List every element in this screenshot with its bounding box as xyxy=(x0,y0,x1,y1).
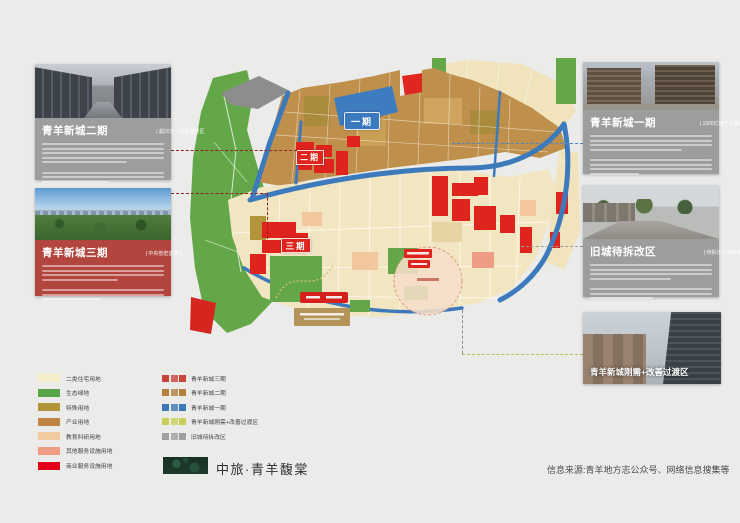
poster: { "cards": { "left": [ { "title": "青羊新城二… xyxy=(0,0,740,523)
photo-phase1 xyxy=(583,62,719,110)
legend-land-use: 二类住宅用地 生态绿地 特殊用地 产业用地 教育科研用地 其他服务设施用地 商业… xyxy=(38,374,146,476)
legend-swatch xyxy=(38,447,60,455)
legend-label: 产业用地 xyxy=(66,417,89,426)
legend-item: 青羊新城刚需+改善过渡区 xyxy=(162,418,307,426)
legend-swatch xyxy=(38,374,60,382)
legend-label: 生态绿地 xyxy=(66,388,89,397)
legend-label: 青羊新城一期 xyxy=(191,403,226,412)
card-phase1-title: 青羊新城一期 xyxy=(590,115,656,130)
legend-label: 二类住宅用地 xyxy=(66,374,101,383)
card-transition-title: 青羊新城刚需+改善过渡区 xyxy=(590,366,688,378)
map-badge-phase2: 二期 xyxy=(296,150,324,165)
legend-item: 产业用地 xyxy=(38,418,146,426)
industry-center-box xyxy=(294,308,350,326)
source-note: 信息来源:青羊地方志公众号、网络信息搜集等 xyxy=(547,463,730,476)
card-phase3-subtitle: | 中央低密宜居区 xyxy=(146,249,184,257)
card-phase1: 青羊新城一期 | 1000亿级产业集群 xyxy=(583,62,719,174)
legend-swatch xyxy=(38,432,60,440)
connector-phase3 xyxy=(171,193,268,194)
card-oldtown: 旧城待拆改区 | 待拆迁改造的城中村 xyxy=(583,185,719,297)
photo-phase3 xyxy=(35,188,171,240)
legend-item: 其他服务设施用地 xyxy=(38,447,146,455)
card-oldtown-bodytext xyxy=(590,264,712,299)
card-phase3-bodytext xyxy=(42,265,164,300)
brand-logo-image xyxy=(163,457,208,474)
southwest-red-parcel xyxy=(190,297,216,334)
legend-item: 二类住宅用地 xyxy=(38,374,146,382)
card-phase2-title: 青羊新城二期 xyxy=(42,123,108,138)
legend-label: 旧城待拆改区 xyxy=(191,432,226,441)
card-phase3-title: 青羊新城三期 xyxy=(42,245,108,260)
legend-swatch xyxy=(38,418,60,426)
banner-label xyxy=(300,292,348,303)
connector-phase1 xyxy=(452,143,583,144)
legend-swatch xyxy=(38,403,60,411)
legend-swatch-dashed xyxy=(162,418,186,425)
photo-transition: 青羊新城刚需+改善过渡区 xyxy=(583,312,721,384)
legend-label: 青羊新城刚需+改善过渡区 xyxy=(191,417,258,426)
legend-item: 特殊用地 xyxy=(38,403,146,411)
legend-swatch xyxy=(38,462,60,470)
legend-item: 旧城待拆改区 xyxy=(162,432,307,440)
legend-swatch-dashed xyxy=(162,433,186,440)
photo-oldtown xyxy=(583,185,719,239)
legend-swatch xyxy=(38,389,60,397)
card-oldtown-subtitle: | 待拆迁改造的城中村 xyxy=(704,248,740,256)
land-use-map xyxy=(175,52,585,340)
legend-phases: 青羊新城三期 青羊新城二期 青羊新城一期 青羊新城刚需+改善过渡区 旧城待拆改区 xyxy=(162,374,307,447)
legend-label: 教育科研用地 xyxy=(66,432,101,441)
legend-swatch-dashed xyxy=(162,375,186,382)
map-badge-phase3: 三期 xyxy=(281,238,311,253)
legend-item: 教育科研用地 xyxy=(38,432,146,440)
card-phase2: 青羊新城二期 | 超20万人高密聚居区 xyxy=(35,64,171,180)
connector-transition-drop xyxy=(462,310,463,354)
card-phase2-bodytext xyxy=(42,143,164,183)
legend-swatch-dashed xyxy=(162,404,186,411)
legend-item: 商业服务设施用地 xyxy=(38,462,146,470)
card-phase1-subtitle: | 1000亿级产业集群 xyxy=(700,119,740,127)
connector-transition xyxy=(462,354,583,355)
card-oldtown-title: 旧城待拆改区 xyxy=(590,244,656,259)
connector-phase3-drop xyxy=(267,193,268,239)
legend-label: 商业服务设施用地 xyxy=(66,461,112,470)
connector-phase2 xyxy=(171,150,297,151)
card-phase1-bodytext xyxy=(590,135,712,175)
legend-label: 特殊用地 xyxy=(66,403,89,412)
map-badge-phase1: 一期 xyxy=(344,112,380,130)
legend-swatch-dashed xyxy=(162,389,186,396)
legend-label: 其他服务设施用地 xyxy=(66,447,112,456)
connector-oldtown xyxy=(521,246,583,247)
card-phase3: 青羊新城三期 | 中央低密宜居区 xyxy=(35,188,171,296)
card-transition: 青羊新城刚需+改善过渡区 xyxy=(583,312,721,384)
legend-label: 青羊新城三期 xyxy=(191,374,226,383)
legend-item: 生态绿地 xyxy=(38,389,146,397)
brand-logo-text: 中旅·青羊馥棠 xyxy=(216,459,309,478)
legend-label: 青羊新城二期 xyxy=(191,388,226,397)
legend-item: 青羊新城二期 xyxy=(162,389,307,397)
photo-phase2 xyxy=(35,64,171,118)
legend-item: 青羊新城三期 xyxy=(162,374,307,382)
card-phase2-subtitle: | 超20万人高密聚居区 xyxy=(156,127,204,135)
legend-item: 青羊新城一期 xyxy=(162,403,307,411)
